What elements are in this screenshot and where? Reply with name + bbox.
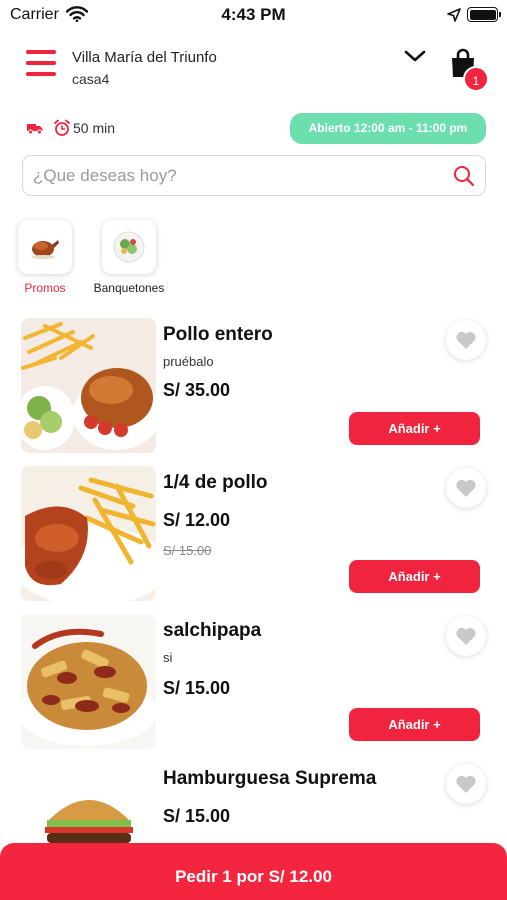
favorite-button[interactable] <box>446 764 486 804</box>
favorite-button[interactable] <box>446 468 486 508</box>
product-price: S/ 15.00 <box>163 678 231 698</box>
battery-icon <box>467 7 501 22</box>
roast-chicken-image <box>31 240 59 259</box>
category-banquetones[interactable]: Banquetones <box>84 220 174 295</box>
cart-count-badge: 1 <box>463 66 489 92</box>
product-image <box>21 614 156 749</box>
order-button[interactable]: Pedir 1 por S/ 12.00 <box>0 843 507 900</box>
product-description: si <box>163 650 173 665</box>
status-time: 4:43 PM <box>221 5 286 24</box>
product-name: salchipapa <box>163 620 262 641</box>
address-subtitle: casa4 <box>72 71 110 87</box>
search-box <box>22 155 486 196</box>
product-card-salchipapa[interactable]: salchipapa si S/ 15.00 Añadir + <box>0 614 507 754</box>
add-to-cart-button[interactable]: Añadir + <box>349 412 480 445</box>
search-input[interactable] <box>33 156 433 195</box>
product-name: Pollo entero <box>163 324 273 345</box>
delivery-truck-icon <box>27 124 43 135</box>
category-promos[interactable]: Promos <box>0 220 90 295</box>
product-price: S/ 12.00 <box>163 510 231 530</box>
delivery-info: 50 min <box>26 118 115 138</box>
product-image <box>21 318 156 453</box>
product-price: S/ 15.00 <box>163 806 231 826</box>
product-description: pruébalo <box>163 354 214 369</box>
cart-button[interactable]: 1 <box>448 48 492 92</box>
add-to-cart-button[interactable]: Añadir + <box>349 560 480 593</box>
product-price: S/ 35.00 <box>163 380 231 400</box>
category-label: Promos <box>24 281 66 295</box>
status-bar: Carrier 4:43 PM <box>0 0 507 32</box>
product-card-cuarto-pollo[interactable]: 1/4 de pollo S/ 12.00 S/ 15.00 Añadir + <box>0 466 507 606</box>
product-old-price: S/ 15.00 <box>163 543 212 558</box>
product-name: Hamburguesa Suprema <box>163 768 377 789</box>
product-card-pollo-entero[interactable]: Pollo entero pruébalo S/ 35.00 Añadir + <box>0 318 507 458</box>
heart-icon <box>456 627 476 645</box>
favorite-button[interactable] <box>446 320 486 360</box>
delivery-time: 50 min <box>73 120 116 136</box>
menu-icon[interactable] <box>26 50 56 78</box>
heart-icon <box>456 775 476 793</box>
chevron-down-icon[interactable] <box>403 48 427 64</box>
delivery-address[interactable]: Villa María del Triunfo casa4 <box>72 49 217 87</box>
product-image <box>21 466 156 601</box>
category-thumbnail <box>102 220 156 274</box>
search-icon[interactable] <box>453 165 475 187</box>
open-hours-badge: Abierto 12:00 am - 11:00 pm <box>290 113 486 144</box>
add-to-cart-button[interactable]: Añadir + <box>349 708 480 741</box>
location-icon <box>447 8 461 22</box>
heart-icon <box>456 479 476 497</box>
favorite-button[interactable] <box>446 616 486 656</box>
salad-plate-image <box>113 231 145 263</box>
category-label: Banquetones <box>93 281 165 295</box>
alarm-clock-icon <box>54 119 70 136</box>
heart-icon <box>456 331 476 349</box>
category-thumbnail <box>18 220 72 274</box>
address-title: Villa María del Triunfo <box>72 49 217 66</box>
product-name: 1/4 de pollo <box>163 472 268 493</box>
